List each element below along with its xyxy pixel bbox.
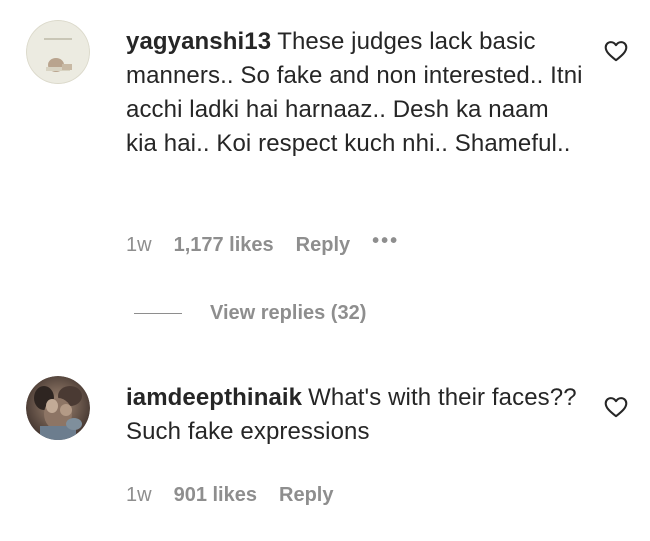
- comment-likes[interactable]: 901 likes: [174, 484, 257, 507]
- comment-username[interactable]: yagyanshi13: [126, 28, 271, 55]
- comment-likes[interactable]: 1,177 likes: [174, 234, 274, 257]
- reply-button[interactable]: Reply: [296, 234, 350, 257]
- like-heart-icon[interactable]: [603, 394, 629, 420]
- comment-text: yagyanshi13 These judges lack basic manne…: [126, 25, 586, 161]
- view-replies-label: View replies (32): [210, 302, 367, 325]
- avatar[interactable]: [26, 20, 90, 84]
- comment-timestamp: 1w: [126, 234, 152, 257]
- avatar[interactable]: [26, 376, 90, 440]
- like-heart-icon[interactable]: [603, 38, 629, 64]
- comment-username[interactable]: iamdeepthinaik: [126, 384, 302, 411]
- comment-meta: 1w 901 likes Reply: [126, 484, 355, 507]
- comment-text: iamdeepthinaik What's with their faces?? …: [126, 381, 586, 449]
- reply-button[interactable]: Reply: [279, 484, 333, 507]
- comment-timestamp: 1w: [126, 484, 152, 507]
- more-options-icon[interactable]: •••: [372, 230, 399, 253]
- view-replies-button[interactable]: View replies (32): [134, 302, 366, 325]
- comment-meta: 1w 1,177 likes Reply •••: [126, 230, 399, 257]
- view-replies-divider: [134, 313, 182, 315]
